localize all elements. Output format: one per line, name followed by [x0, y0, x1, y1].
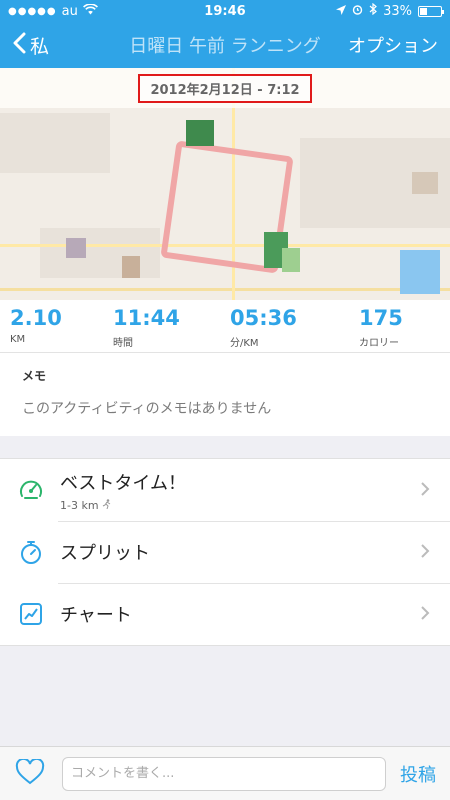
start-marker — [186, 120, 214, 146]
menu-label: チャート — [60, 605, 132, 626]
back-label: 私 — [30, 35, 50, 58]
activity-date: 2012年2月12日 - 7:12 — [138, 73, 312, 103]
map-place-marker — [66, 238, 86, 258]
map-water-area — [400, 250, 440, 294]
chart-icon — [18, 601, 44, 627]
menu-label: ベストタイム！ — [60, 472, 186, 494]
stopwatch-icon — [18, 539, 44, 565]
stat-distance: 2.10 KM — [10, 308, 91, 352]
stat-label: 時間 — [113, 338, 133, 349]
stat-value: 2.10 — [10, 306, 62, 330]
menu-sublabel: 1-3 km — [60, 499, 420, 512]
alarm-clock-icon — [352, 4, 363, 19]
map-block — [0, 113, 110, 173]
carrier-name: au — [61, 3, 78, 19]
memo-section[interactable]: メモ このアクティビティのメモはありません — [0, 352, 450, 436]
menu-label: スプリット — [60, 543, 150, 564]
stat-value: 11:44 — [113, 306, 180, 330]
map-road — [0, 288, 450, 291]
status-time: 19:46 — [204, 3, 246, 19]
route-map[interactable]: 2012年2月12日 - 7:12 — [0, 68, 450, 300]
navigation-bar: 私 日曜日 午前 ランニング オプション — [0, 22, 450, 68]
memo-text: このアクティビティのメモはありません — [22, 401, 272, 417]
chevron-left-icon — [12, 32, 26, 59]
chevron-right-icon — [420, 602, 450, 626]
back-button[interactable]: 私 — [0, 32, 110, 59]
stat-pace: 05:36 分/KM — [194, 308, 311, 352]
menu-item-splits[interactable]: スプリット — [0, 521, 450, 583]
comment-input[interactable] — [62, 756, 386, 791]
map-block — [40, 228, 160, 278]
battery-icon — [418, 5, 444, 17]
stat-label: 分/KM — [230, 338, 259, 349]
chevron-right-icon — [420, 478, 450, 502]
stat-calories: 175 カロリー — [311, 308, 440, 352]
chevron-right-icon — [420, 540, 450, 564]
activity-menu: ベストタイム！ 1-3 km スプリット チャート — [0, 458, 450, 646]
menu-item-chart[interactable]: チャート — [0, 583, 450, 645]
signal-strength: ●●●●● — [8, 5, 57, 17]
stat-label: KM — [10, 334, 26, 345]
date-banner: 2012年2月12日 - 7:12 — [0, 68, 450, 108]
map-place-marker — [412, 172, 438, 194]
heart-icon — [15, 757, 45, 789]
like-button[interactable] — [10, 757, 50, 789]
menu-item-best-time[interactable]: ベストタイム！ 1-3 km — [0, 459, 450, 521]
best-time-range: 1-3 km — [60, 498, 99, 512]
comment-bar: 投稿 — [0, 746, 450, 800]
stat-label: カロリー — [359, 338, 399, 349]
status-bar: ●●●●● au 19:46 33% — [0, 0, 450, 22]
stat-value: 05:36 — [230, 306, 297, 330]
memo-title: メモ — [22, 369, 47, 383]
stat-duration: 11:44 時間 — [91, 308, 194, 352]
location-arrow-icon — [336, 4, 347, 19]
options-button[interactable]: オプション — [340, 32, 450, 58]
battery-percent: 33% — [383, 3, 412, 19]
wifi-icon — [82, 2, 98, 19]
stats-row: 2.10 KM 11:44 時間 05:36 分/KM 175 カロリー — [0, 300, 450, 352]
bluetooth-icon — [369, 2, 378, 19]
speedometer-icon — [18, 477, 44, 503]
post-button[interactable]: 投稿 — [400, 761, 440, 787]
runner-icon — [102, 498, 111, 512]
page-title: 日曜日 午前 ランニング — [129, 36, 321, 57]
stat-value: 175 — [359, 306, 403, 330]
map-place-marker — [122, 256, 140, 278]
end-marker-shadow — [282, 248, 300, 272]
